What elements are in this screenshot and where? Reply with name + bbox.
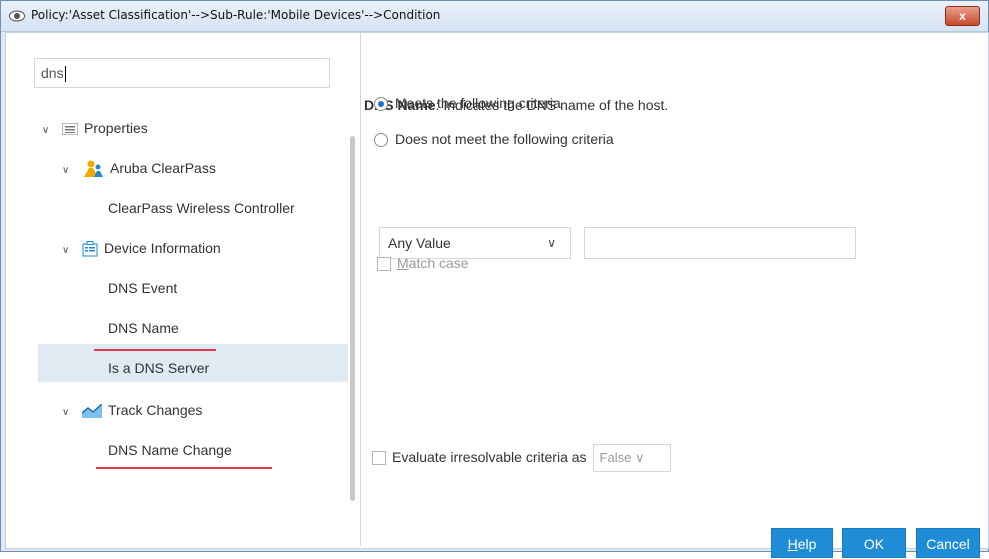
tree-item-device-information[interactable]: ∨ Device Information	[62, 229, 221, 267]
tree-item-track-changes[interactable]: ∨ Track Changes	[62, 391, 202, 429]
condition-dialog: Policy:'Asset Classification'-->Sub-Rule…	[0, 0, 989, 558]
radio-meets-label: Meets the following criteria	[395, 95, 561, 111]
radio-button-selected[interactable]	[374, 97, 388, 112]
match-case-label: atch case	[408, 255, 469, 271]
search-input[interactable]: dns	[34, 58, 330, 88]
help-mnemonic: H	[787, 536, 798, 552]
people-icon	[84, 160, 103, 178]
tree-item-label: DNS Event	[108, 280, 178, 296]
evaluate-irresolvable-label: Evaluate irresolvable criteria as	[392, 449, 587, 465]
help-label: elp	[797, 536, 817, 552]
chevron-down-icon[interactable]: ∨	[62, 232, 76, 270]
evaluate-irresolvable-row: Evaluate irresolvable criteria as False ∨	[372, 442, 671, 473]
property-tree-pane: dns ∨ Properties ∨ Aruba ClearPass ClearPa…	[6, 33, 361, 546]
eye-icon	[9, 10, 25, 22]
match-case-mnemonic: M	[397, 255, 409, 271]
evaluate-value: False	[599, 450, 632, 466]
search-value: dns	[41, 65, 64, 81]
tree-item-dns-name[interactable]: DNS Name	[108, 309, 179, 347]
match-case-checkbox[interactable]	[377, 257, 391, 272]
radio-not-meets-criteria[interactable]: Does not meet the following criteria	[374, 129, 614, 149]
tree-item-dns-name-change[interactable]: DNS Name Change	[108, 431, 232, 469]
radio-not-meets-label: Does not meet the following criteria	[395, 131, 614, 147]
tree-item-clearpass-wireless-controller[interactable]: ClearPass Wireless Controller	[108, 189, 295, 227]
tree-item-label: Track Changes	[108, 402, 203, 418]
tree-item-aruba-clearpass[interactable]: ∨ Aruba ClearPass	[62, 149, 216, 187]
radio-button[interactable]	[374, 133, 388, 148]
help-button[interactable]: Help	[771, 528, 833, 558]
evaluate-value-select[interactable]: False ∨	[592, 444, 671, 473]
tree-item-label: Aruba ClearPass	[110, 160, 216, 176]
cancel-button[interactable]: Cancel	[916, 528, 980, 558]
tree-item-label: Is a DNS Server	[108, 360, 210, 376]
tree-item-label: ClearPass Wireless Controller	[108, 200, 295, 216]
device-card-icon	[82, 241, 98, 257]
chevron-down-icon[interactable]: ∨	[62, 394, 76, 432]
title-bar: Policy:'Asset Classification'-->Sub-Rule…	[1, 1, 988, 32]
window-title: Policy:'Asset Classification'-->Sub-Rule…	[31, 8, 441, 22]
chevron-down-icon: ∨	[547, 236, 556, 250]
radio-meets-criteria[interactable]: Meets the following criteria	[374, 93, 561, 113]
chart-icon	[82, 404, 102, 419]
chevron-down-icon[interactable]: ∨	[42, 112, 56, 150]
dns-name-change-underline	[96, 467, 272, 469]
operator-value: Any Value	[388, 235, 451, 251]
match-case-checkbox-row[interactable]: Match case	[377, 253, 469, 273]
tree-item-label: DNS Name Change	[108, 442, 232, 458]
tree-scrollbar[interactable]	[350, 136, 355, 501]
evaluate-irresolvable-checkbox[interactable]	[372, 451, 386, 466]
tree-item-dns-event[interactable]: DNS Event	[108, 269, 177, 307]
chevron-down-icon[interactable]: ∨	[62, 152, 76, 190]
tree-item-is-dns-server[interactable]: Is a DNS Server	[108, 349, 209, 387]
tree-item-label: Device Information	[104, 240, 221, 256]
tree-item-label: Properties	[84, 120, 148, 136]
list-icon	[62, 123, 78, 136]
tree-item-label: DNS Name	[108, 320, 179, 336]
tree-item-properties[interactable]: ∨ Properties	[42, 109, 148, 147]
close-button[interactable]: x	[945, 6, 980, 26]
ok-button[interactable]: OK	[842, 528, 906, 558]
criteria-value-input[interactable]	[584, 227, 856, 259]
dialog-body: dns ∨ Properties ∨ Aruba ClearPass ClearPa…	[5, 32, 989, 558]
